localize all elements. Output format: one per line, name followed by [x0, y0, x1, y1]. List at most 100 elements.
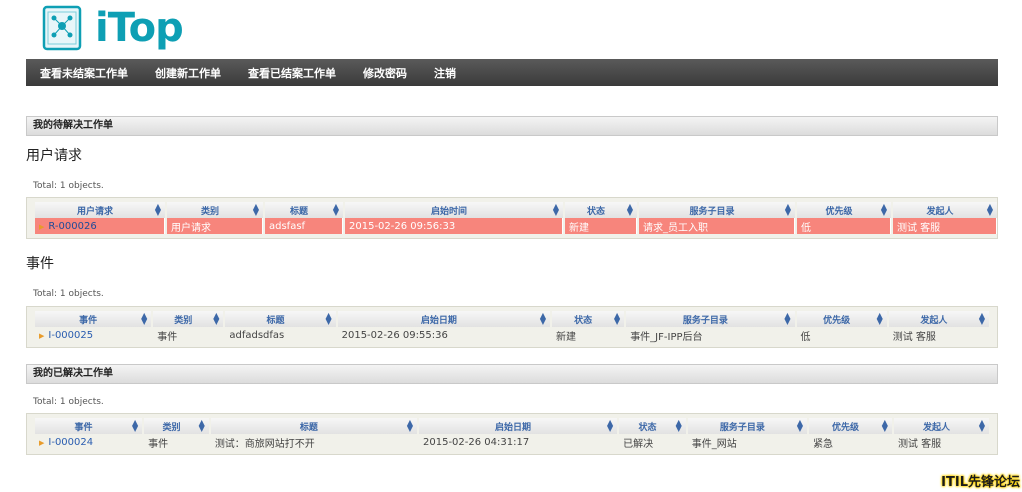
nav-closed-tickets[interactable]: 查看已结案工作单 [248, 65, 336, 81]
sort-icon: ▲ ▼ [154, 202, 161, 217]
resolved-total: Total: 1 objects. [33, 397, 104, 407]
row-arrow-icon: ▶ [39, 438, 45, 447]
table-cell: 测试 客服 [892, 331, 936, 343]
column-header[interactable]: 启始日期 ▲ ▼ [337, 311, 551, 327]
sort-icon: ▲ ▼ [552, 202, 559, 217]
table-cell: 2015-02-26 09:56:33 [345, 218, 563, 234]
column-header[interactable]: 类别 ▲ ▼ [153, 311, 224, 327]
sort-icon: ▲ ▼ [784, 311, 791, 326]
column-header[interactable]: 状态 ▲ ▼ [552, 311, 625, 327]
row-arrow-icon: ▶ [39, 222, 45, 231]
table-cell: 事件 [157, 331, 178, 343]
table-cell: ▶ R-000026 [35, 218, 165, 234]
column-header[interactable]: 发起人 ▲ ▼ [893, 202, 997, 218]
sort-icon: ▲ ▼ [880, 202, 887, 217]
column-header[interactable]: 标题 ▲ ▼ [210, 418, 417, 434]
sort-icon: ▲ ▼ [213, 311, 220, 326]
requests-total: Total: 1 objects. [33, 181, 104, 191]
table-cell: adsfasf [265, 218, 343, 234]
table-header-row: 事件 ▲ ▼ 类别 ▲ ▼ 标题 ▲ ▼ 启始日期 ▲ ▼ 状态 ▲ ▼ 服务子目录 ▲ ▼ 优先级 ▲ ▼… [35, 311, 989, 327]
table-cell: 紧急 [813, 438, 834, 450]
nav-open-tickets[interactable]: 查看未结案工作单 [40, 65, 128, 81]
column-header[interactable]: 优先级 ▲ ▼ [796, 311, 887, 327]
sort-icon: ▲ ▼ [614, 311, 621, 326]
column-header[interactable]: 事件 ▲ ▼ [35, 418, 143, 434]
sort-icon: ▲ ▼ [876, 311, 883, 326]
logo-text: iTop [95, 5, 184, 51]
column-header[interactable]: 发起人 ▲ ▼ [888, 311, 989, 327]
resolved-table: 事件 ▲ ▼ 类别 ▲ ▼ 标题 ▲ ▼ 启始日期 ▲ ▼ 状态 ▲ ▼ 服务子目录 ▲ ▼ 优先级 ▲ ▼… [26, 413, 998, 455]
column-header[interactable]: 启始日期 ▲ ▼ [419, 418, 618, 434]
nav-create-ticket[interactable]: 创建新工作单 [155, 65, 221, 81]
main-nav: 查看未结案工作单 创建新工作单 查看已结案工作单 修改密码 注销 [26, 59, 998, 86]
table-row[interactable]: ▶ R-000026 用户请求 adsfasf 2015-02-26 09:56:… [35, 218, 997, 234]
sort-icon: ▲ ▼ [131, 418, 139, 433]
ticket-link[interactable]: I-000024 [48, 437, 93, 448]
column-header[interactable]: 发起人 ▲ ▼ [893, 418, 989, 434]
sort-icon: ▲ ▼ [784, 202, 791, 217]
column-header[interactable]: 类别 ▲ ▼ [144, 418, 209, 434]
table-row[interactable]: ▶ I-000024 事件 测试：商旅网站打不开 2015-02-26 04:31… [35, 434, 989, 450]
table-cell: 测试 客服 [897, 438, 942, 450]
column-header[interactable]: 优先级 ▲ ▼ [797, 202, 891, 218]
table-cell: 事件 [148, 438, 169, 450]
sort-icon: ▲ ▼ [626, 202, 633, 217]
column-header[interactable]: 服务子目录 ▲ ▼ [687, 418, 808, 434]
column-header[interactable]: 服务子目录 ▲ ▼ [626, 311, 795, 327]
incidents-table: 事件 ▲ ▼ 类别 ▲ ▼ 标题 ▲ ▼ 启始日期 ▲ ▼ 状态 ▲ ▼ 服务子目录 ▲ ▼ 优先级 ▲ ▼… [26, 306, 998, 348]
incidents-title: 事件 [26, 256, 54, 272]
column-header[interactable]: 服务子目录 ▲ ▼ [639, 202, 795, 218]
table-header-row: 用户请求 ▲ ▼ 类别 ▲ ▼ 标题 ▲ ▼ 启始时间 ▲ ▼ 状态 ▲ ▼ 服务子目录 ▲ ▼ 优先级… [35, 202, 997, 218]
column-header[interactable]: 事件 ▲ ▼ [35, 311, 152, 327]
table-cell: adfadsdfas [229, 329, 285, 341]
column-header[interactable]: 状态 ▲ ▼ [565, 202, 637, 218]
table-cell: 事件_JF-IPP后台 [630, 331, 703, 343]
sort-icon: ▲ ▼ [332, 202, 339, 217]
column-header[interactable]: 标题 ▲ ▼ [225, 311, 336, 327]
column-header[interactable]: 优先级 ▲ ▼ [809, 418, 892, 434]
table-cell: 低 [800, 331, 811, 343]
column-header[interactable]: 状态 ▲ ▼ [619, 418, 686, 434]
sort-icon: ▲ ▼ [252, 202, 259, 217]
column-header[interactable]: 类别 ▲ ▼ [167, 202, 263, 218]
ticket-link[interactable]: R-000026 [48, 221, 96, 232]
sort-icon: ▲ ▼ [325, 311, 332, 326]
sort-icon: ▲ ▼ [978, 311, 985, 326]
table-cell: 测试 客服 [893, 218, 997, 234]
sort-icon: ▲ ▼ [978, 418, 985, 433]
column-header[interactable]: 标题 ▲ ▼ [265, 202, 343, 218]
table-cell: 用户请求 [167, 218, 263, 234]
itop-logo-icon [42, 5, 82, 51]
itop-logo: iTop [40, 4, 200, 54]
nav-change-password[interactable]: 修改密码 [363, 65, 407, 81]
table-cell: 事件_网站 [691, 438, 737, 450]
incidents-total: Total: 1 objects. [33, 289, 104, 299]
row-arrow-icon: ▶ [39, 331, 45, 340]
forum-watermark: ITIL先锋论坛 [941, 475, 1020, 490]
sort-icon: ▲ ▼ [198, 418, 205, 433]
sort-icon: ▲ ▼ [406, 418, 413, 433]
table-cell: 测试：商旅网站打不开 [214, 438, 315, 450]
sort-icon: ▲ ▼ [606, 418, 614, 433]
sort-icon: ▲ ▼ [675, 418, 682, 433]
table-row[interactable]: ▶ I-000025 事件 adfadsdfas 2015-02-26 09:55… [35, 327, 989, 343]
table-cell: 低 [797, 218, 891, 234]
sort-icon: ▲ ▼ [881, 418, 888, 433]
table-cell: ▶ I-000025 [35, 327, 151, 343]
ticket-link[interactable]: I-000025 [48, 330, 93, 341]
table-cell: 新建 [565, 218, 637, 234]
table-cell: 请求_员工入职 [639, 218, 795, 234]
table-cell: 新建 [556, 331, 577, 343]
table-cell: 2015-02-26 04:31:17 [423, 436, 530, 448]
column-header[interactable]: 用户请求 ▲ ▼ [35, 202, 165, 218]
table-cell: 已解决 [623, 438, 654, 450]
sort-icon: ▲ ▼ [141, 311, 148, 326]
requests-table: 用户请求 ▲ ▼ 类别 ▲ ▼ 标题 ▲ ▼ 启始时间 ▲ ▼ 状态 ▲ ▼ 服务子目录 ▲ ▼ 优先级… [26, 197, 998, 239]
table-header-row: 事件 ▲ ▼ 类别 ▲ ▼ 标题 ▲ ▼ 启始日期 ▲ ▼ 状态 ▲ ▼ 服务子目录 ▲ ▼ 优先级 ▲ ▼… [35, 418, 989, 434]
column-header[interactable]: 启始时间 ▲ ▼ [345, 202, 563, 218]
table-cell: ▶ I-000024 [35, 434, 142, 450]
requests-title: 用户请求 [26, 148, 82, 164]
nav-logout[interactable]: 注销 [434, 65, 456, 81]
resolved-section-header: 我的已解决工作单 [26, 364, 998, 384]
sort-icon: ▲ ▼ [539, 311, 547, 326]
